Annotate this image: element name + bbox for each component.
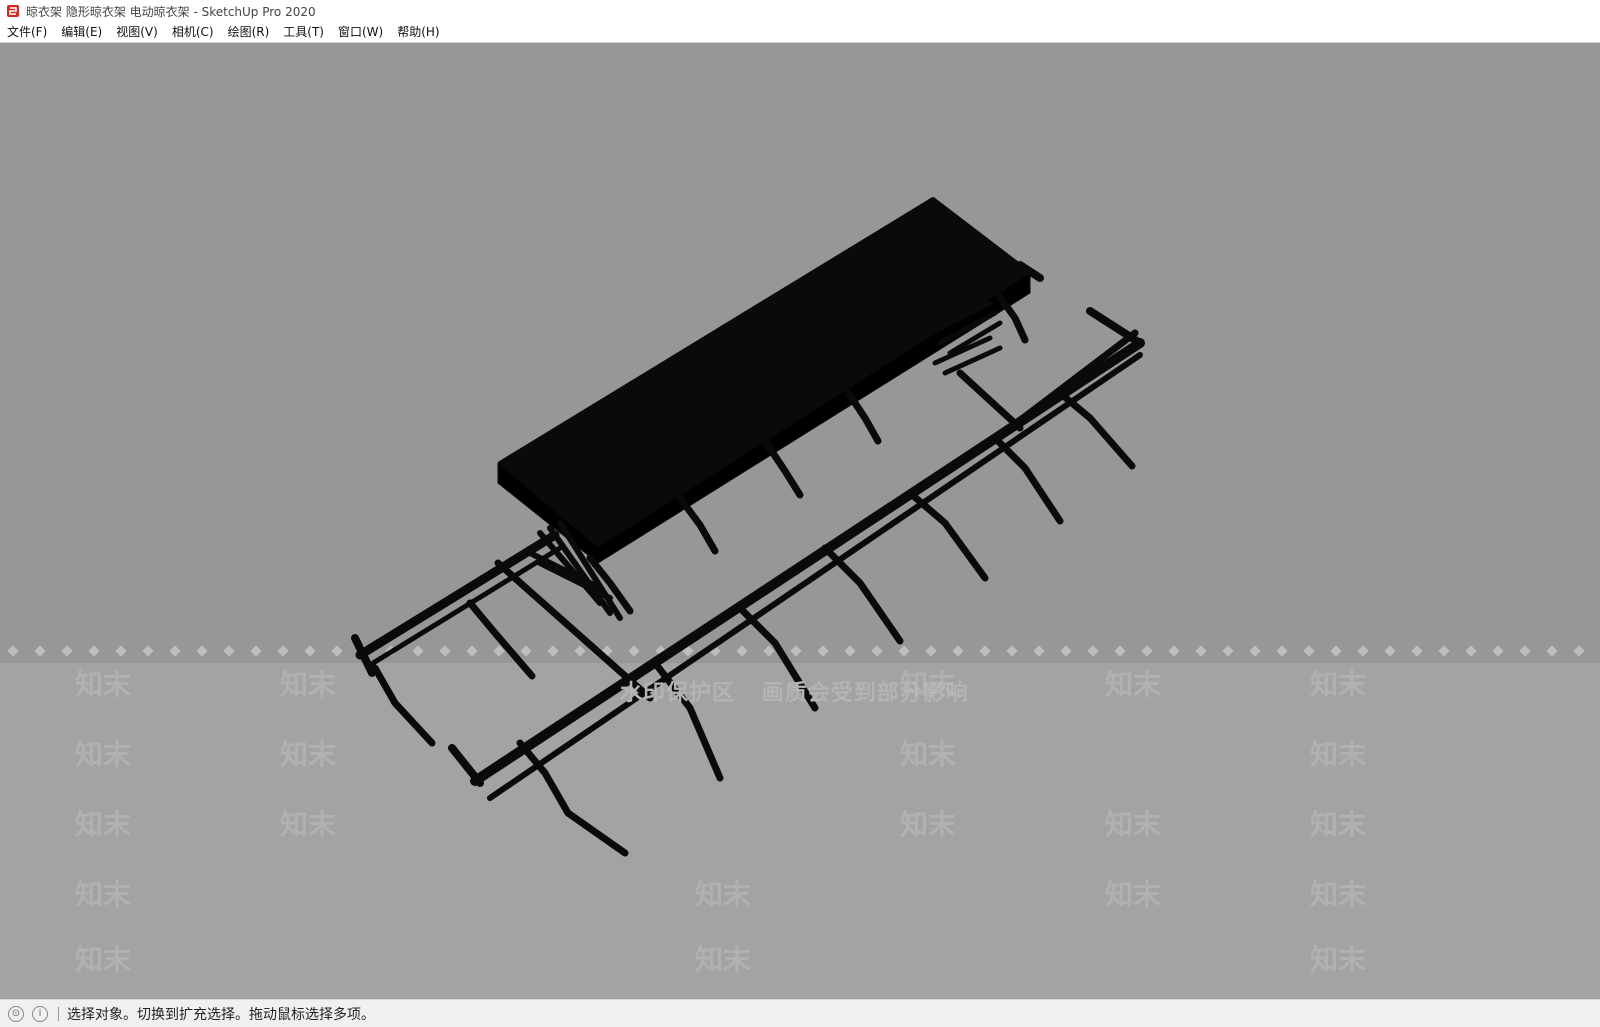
watermark-zone	[0, 663, 1600, 999]
menu-window[interactable]: 窗口(W)	[331, 22, 390, 42]
status-message: 选择对象。切换到扩充选择。拖动鼠标选择多项。	[67, 1006, 375, 1023]
menu-edit[interactable]: 编辑(E)	[54, 22, 109, 42]
menu-help[interactable]: 帮助(H)	[390, 22, 446, 42]
menu-draw[interactable]: 绘图(R)	[221, 22, 277, 42]
sketchup-logo-icon	[7, 5, 19, 17]
window-title: 晾衣架 隐形晾衣架 电动晾衣架 - SketchUp Pro 2020	[26, 4, 316, 19]
model-viewport[interactable]: 水印保护区 画质会受到部分影响 知末 知末 知末 知末 知末 知末 知末 知末 …	[0, 43, 1600, 999]
drying-rack-model[interactable]	[0, 43, 1600, 999]
watermark-dot-band	[0, 638, 1600, 656]
menu-file[interactable]: 文件(F)	[0, 22, 54, 42]
geo-location-icon[interactable]: ⊙	[8, 1005, 24, 1022]
watermark-notice: 水印保护区 画质会受到部分影响	[620, 681, 969, 706]
menu-tools[interactable]: 工具(T)	[276, 22, 331, 42]
info-icon[interactable]: i	[32, 1005, 48, 1022]
menu-camera[interactable]: 相机(C)	[165, 22, 221, 42]
status-bar: ⊙ i 选择对象。切换到扩充选择。拖动鼠标选择多项。	[0, 999, 1600, 1027]
menu-bar: 文件(F) 编辑(E) 视图(V) 相机(C) 绘图(R) 工具(T) 窗口(W…	[0, 22, 1600, 43]
menu-view[interactable]: 视图(V)	[109, 22, 165, 42]
status-divider	[58, 1006, 59, 1021]
title-bar: 晾衣架 隐形晾衣架 电动晾衣架 - SketchUp Pro 2020	[0, 0, 1600, 22]
rail-back	[355, 530, 560, 660]
